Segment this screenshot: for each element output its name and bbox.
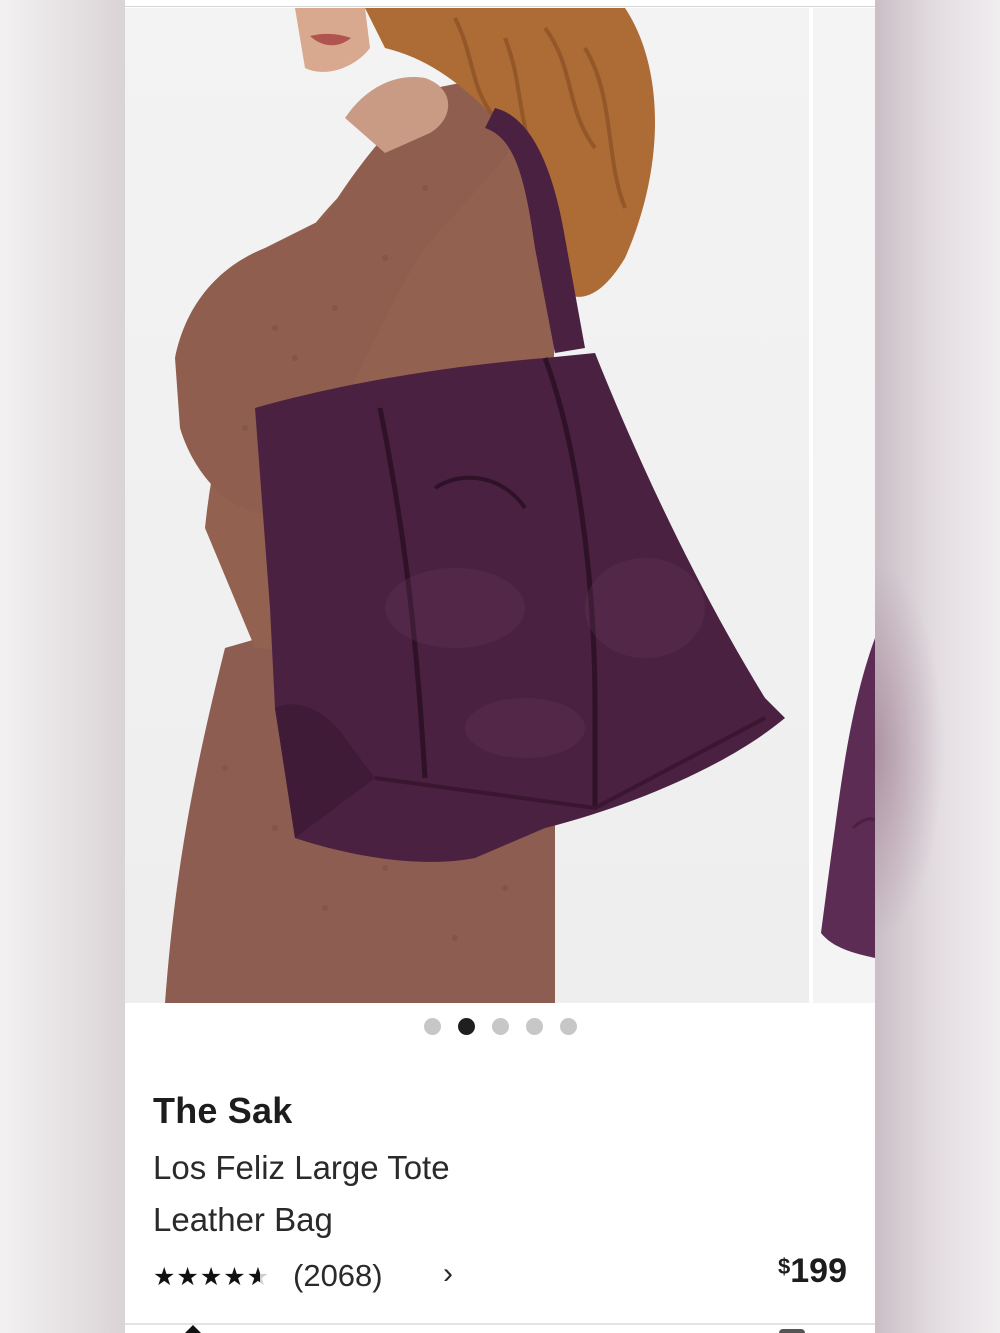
review-count[interactable]: (2068) bbox=[293, 1258, 383, 1294]
product-info: The Sak Los Feliz Large Tote Leather Bag… bbox=[153, 1090, 847, 1298]
product-card[interactable]: The Sak Los Feliz Large Tote Leather Bag… bbox=[125, 0, 875, 1333]
divider bbox=[125, 6, 875, 7]
next-card-marker bbox=[779, 1329, 805, 1333]
divider bbox=[125, 1323, 875, 1325]
rating-stars[interactable]: ★ ★ ★ ★ ★ bbox=[153, 1262, 269, 1292]
image-carousel[interactable] bbox=[125, 8, 875, 1003]
carousel-dots bbox=[125, 1018, 875, 1036]
chevron-right-icon[interactable]: › bbox=[443, 1257, 453, 1291]
rating-price-row: ★ ★ ★ ★ ★ (2068) › $199 bbox=[153, 1252, 847, 1298]
price-value: 199 bbox=[790, 1252, 847, 1290]
star-icon: ★ bbox=[153, 1263, 176, 1291]
carousel-dot-active[interactable] bbox=[457, 1018, 475, 1035]
currency-symbol: $ bbox=[778, 1254, 791, 1279]
star-icon: ★ bbox=[223, 1263, 246, 1291]
next-card-marker bbox=[185, 1325, 201, 1333]
carousel-dot[interactable] bbox=[423, 1018, 441, 1035]
price: $199 bbox=[778, 1252, 847, 1291]
product-name[interactable]: Los Feliz Large Tote Leather Bag bbox=[153, 1142, 533, 1246]
backdrop-left bbox=[0, 0, 125, 1333]
star-icon: ★ bbox=[176, 1263, 199, 1291]
product-image[interactable] bbox=[125, 8, 809, 1003]
star-icon: ★ bbox=[199, 1263, 223, 1291]
star-half-icon: ★ bbox=[247, 1262, 269, 1292]
brand-name[interactable]: The Sak bbox=[153, 1090, 847, 1132]
carousel-dot[interactable] bbox=[559, 1018, 577, 1035]
carousel-dot[interactable] bbox=[491, 1018, 509, 1035]
next-product-image[interactable] bbox=[813, 8, 875, 1003]
carousel-dot[interactable] bbox=[525, 1018, 543, 1035]
backdrop-right bbox=[875, 0, 1000, 1333]
